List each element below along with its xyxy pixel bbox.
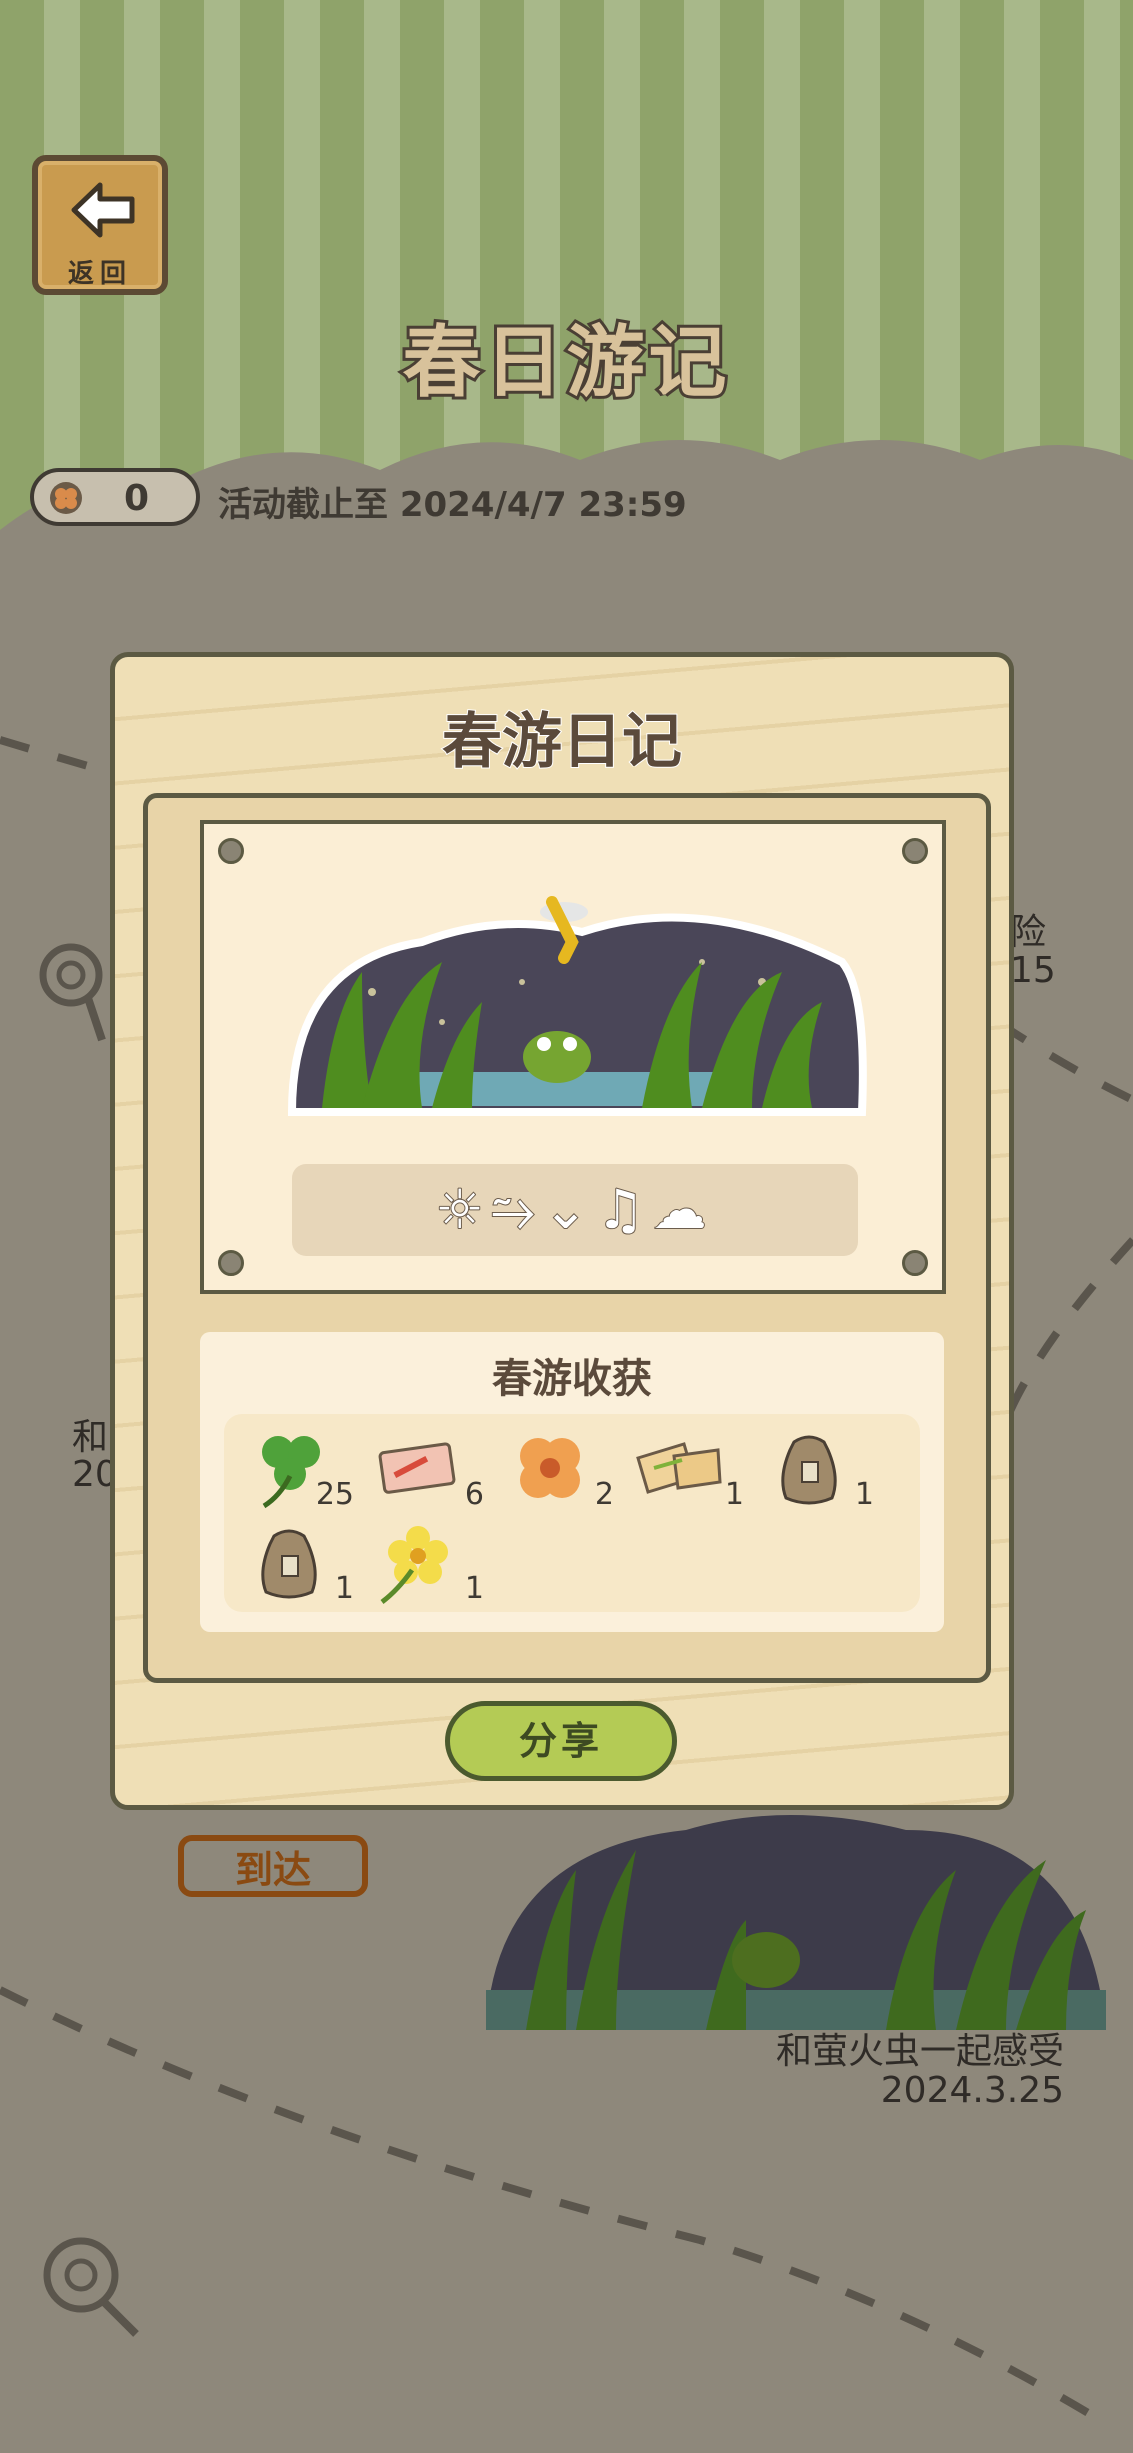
item-count: 2 xyxy=(594,1477,614,1512)
pin-icon xyxy=(902,838,928,864)
firefly-scene-thumbnail xyxy=(486,1815,1106,2030)
diary-emoji-message: ☼⥲⌄♫☁ xyxy=(292,1164,858,1256)
item-count: 6 xyxy=(464,1477,484,1512)
diary-modal: 春游日记 ☼⥲⌄♫☁ 春游收获 25 6 2 1 1 1 1 分享 xyxy=(110,652,1014,1810)
harvest-item: 1 xyxy=(632,1422,752,1514)
back-button[interactable]: 返回 xyxy=(32,155,168,295)
map-entry-date: 2024.3.25 xyxy=(880,2070,1064,2111)
back-label: 返回 xyxy=(67,259,132,289)
harvest-item: 25 xyxy=(242,1422,362,1514)
yellow-flower-icon xyxy=(380,1526,448,1604)
back-arrow-icon xyxy=(71,182,135,238)
share-button[interactable]: 分享 xyxy=(445,1701,677,1781)
harvest-title: 春游收获 xyxy=(492,1356,652,1402)
seed-bag-icon xyxy=(781,1435,837,1505)
modal-title: 春游日记 xyxy=(441,706,683,778)
harvest-item: 1 xyxy=(242,1516,362,1608)
item-count: 1 xyxy=(464,1571,484,1606)
pin-icon xyxy=(902,1250,928,1276)
arrive-tag: 到达 xyxy=(178,1835,368,1897)
item-count: 25 xyxy=(315,1477,354,1512)
map-label-partial: 险 xyxy=(1010,912,1047,953)
ticket-icon xyxy=(378,1442,456,1494)
seed-bag-icon xyxy=(261,1529,317,1599)
harvest-panel: 春游收获 25 6 2 1 1 1 1 xyxy=(200,1332,944,1632)
flower-charm-icon xyxy=(520,1438,580,1498)
clover-count: 0 xyxy=(124,478,150,519)
event-deadline: 活动截止至 2024/4/7 23:59 xyxy=(218,485,687,525)
harvest-item: 1 xyxy=(372,1516,492,1608)
page-title: 春日游记 xyxy=(399,315,731,411)
clover-coin-icon xyxy=(50,482,82,514)
item-count: 1 xyxy=(854,1477,874,1512)
item-count: 1 xyxy=(334,1571,354,1606)
sandwich-icon xyxy=(636,1442,722,1494)
harvest-item: 6 xyxy=(372,1422,492,1514)
magnifier-icon xyxy=(39,943,106,1042)
map-label-partial: 和 xyxy=(72,1417,109,1458)
clover-counter: 0 xyxy=(30,468,200,526)
diary-content-panel: ☼⥲⌄♫☁ 春游收获 25 6 2 1 1 1 1 xyxy=(143,793,991,1683)
harvest-item: 2 xyxy=(502,1422,622,1514)
harvest-item-grid: 25 6 2 1 1 1 1 xyxy=(224,1414,920,1612)
map-label-partial: 15 xyxy=(1010,950,1056,991)
magnifier-icon xyxy=(43,2237,139,2337)
map-entry-caption: 和萤火虫一起感受 xyxy=(775,2031,1064,2072)
postcard: ☼⥲⌄♫☁ xyxy=(200,820,946,1294)
pin-icon xyxy=(218,1250,244,1276)
harvest-item: 1 xyxy=(762,1422,882,1514)
item-count: 1 xyxy=(724,1477,744,1512)
firefly-scene-image xyxy=(287,896,867,1116)
pin-icon xyxy=(218,838,244,864)
